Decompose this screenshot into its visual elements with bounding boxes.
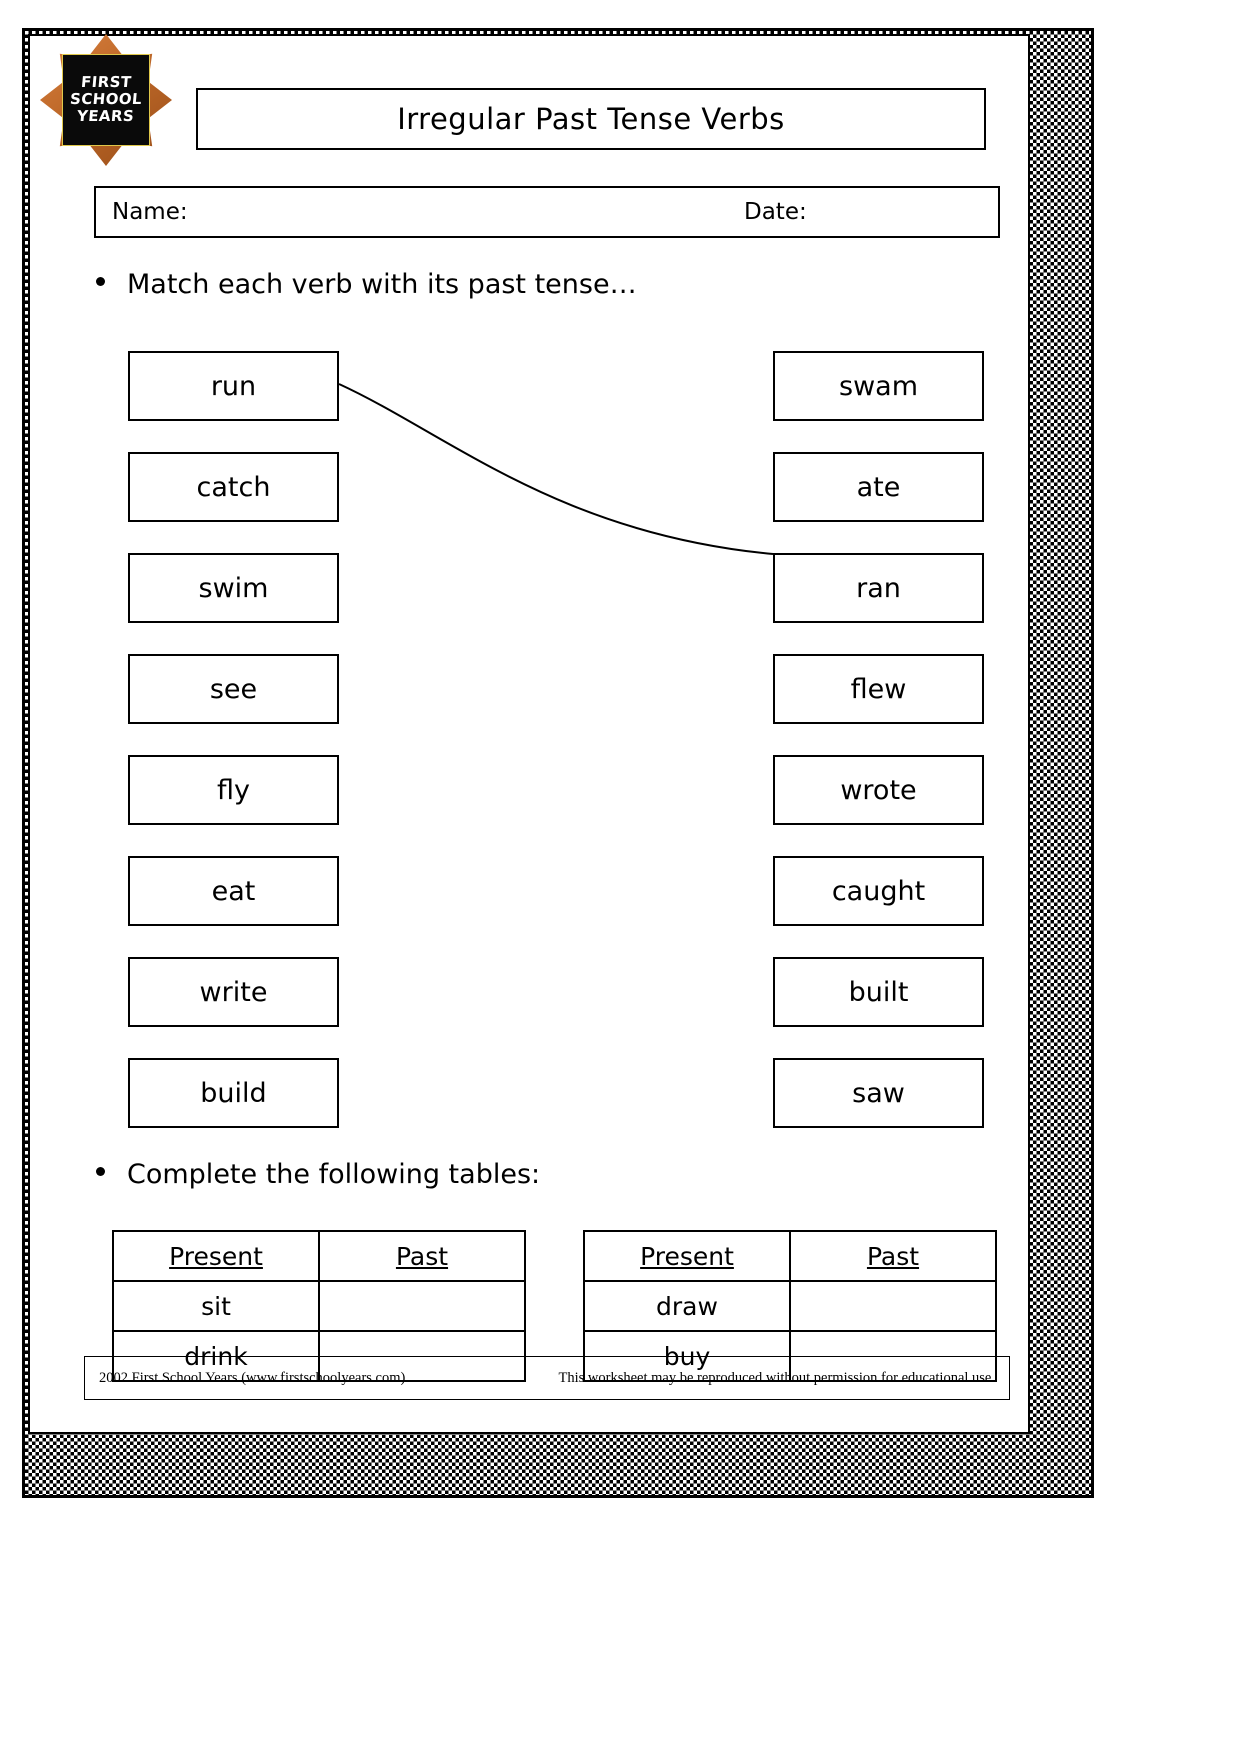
- verb-box-past[interactable]: caught: [773, 856, 984, 926]
- table-row: sit: [112, 1280, 526, 1332]
- instruction-tables-text: Complete the following tables:: [127, 1159, 541, 1190]
- verb-box-past[interactable]: wrote: [773, 755, 984, 825]
- logo-plate: FIRST SCHOOL YEARS: [62, 54, 150, 146]
- verb-box-present[interactable]: see: [128, 654, 339, 724]
- name-label: Name:: [112, 199, 188, 225]
- instruction-tables: Complete the following tables:: [96, 1159, 540, 1190]
- verb-box-past[interactable]: ate: [773, 452, 984, 522]
- date-label: Date:: [744, 199, 807, 225]
- footer-bar: 2002 First School Years (www.firstschool…: [84, 1356, 1010, 1400]
- verb-box-present[interactable]: build: [128, 1058, 339, 1128]
- bullet-dot-icon: [96, 277, 105, 286]
- worksheet-page: FIRST SCHOOL YEARS Irregular Past Tense …: [0, 0, 1240, 1754]
- table-header-row: Present Past: [112, 1230, 526, 1282]
- verb-box-present[interactable]: catch: [128, 452, 339, 522]
- past-verb-column: swam ate ran flew wrote caught built saw: [773, 351, 984, 1128]
- footer-copyright: 2002 First School Years (www.firstschool…: [99, 1369, 406, 1386]
- table-header-row: Present Past: [583, 1230, 997, 1282]
- bullet-dot-icon: [96, 1167, 105, 1176]
- verb-box-present[interactable]: write: [128, 957, 339, 1027]
- cell-past-blank[interactable]: [789, 1280, 997, 1332]
- verb-box-past[interactable]: swam: [773, 351, 984, 421]
- cell-present: sit: [112, 1280, 320, 1332]
- column-header-present: Present: [112, 1230, 320, 1282]
- column-header-past: Past: [318, 1230, 526, 1282]
- instruction-match-text: Match each verb with its past tense…: [127, 269, 637, 300]
- cell-present: draw: [583, 1280, 791, 1332]
- verb-box-present[interactable]: swim: [128, 553, 339, 623]
- footer-reproduction-notice: This worksheet may be reproduced without…: [558, 1369, 996, 1386]
- cell-past-blank[interactable]: [318, 1280, 526, 1332]
- verb-box-past[interactable]: flew: [773, 654, 984, 724]
- verb-box-present[interactable]: eat: [128, 856, 339, 926]
- worksheet-content: Irregular Past Tense Verbs Name: Date: M…: [28, 34, 1030, 1434]
- name-date-bar[interactable]: Name: Date:: [94, 186, 1000, 238]
- logo-line-2: SCHOOL: [69, 90, 143, 109]
- first-school-years-logo: FIRST SCHOOL YEARS: [40, 34, 172, 166]
- column-header-past: Past: [789, 1230, 997, 1282]
- verb-box-past[interactable]: saw: [773, 1058, 984, 1128]
- instruction-match: Match each verb with its past tense…: [96, 269, 637, 300]
- verb-box-present[interactable]: run: [128, 351, 339, 421]
- page-title: Irregular Past Tense Verbs: [397, 102, 785, 136]
- logo-line-3: YEARS: [76, 106, 136, 125]
- verb-box-past[interactable]: ran: [773, 553, 984, 623]
- column-header-present: Present: [583, 1230, 791, 1282]
- table-row: draw: [583, 1280, 997, 1332]
- connection-run-to-ran: [338, 383, 774, 555]
- present-verb-column: run catch swim see fly eat write build: [128, 351, 339, 1128]
- verb-box-present[interactable]: fly: [128, 755, 339, 825]
- logo-line-1: FIRST: [80, 73, 133, 92]
- verb-box-past[interactable]: built: [773, 957, 984, 1027]
- worksheet-title-box: Irregular Past Tense Verbs: [196, 88, 986, 150]
